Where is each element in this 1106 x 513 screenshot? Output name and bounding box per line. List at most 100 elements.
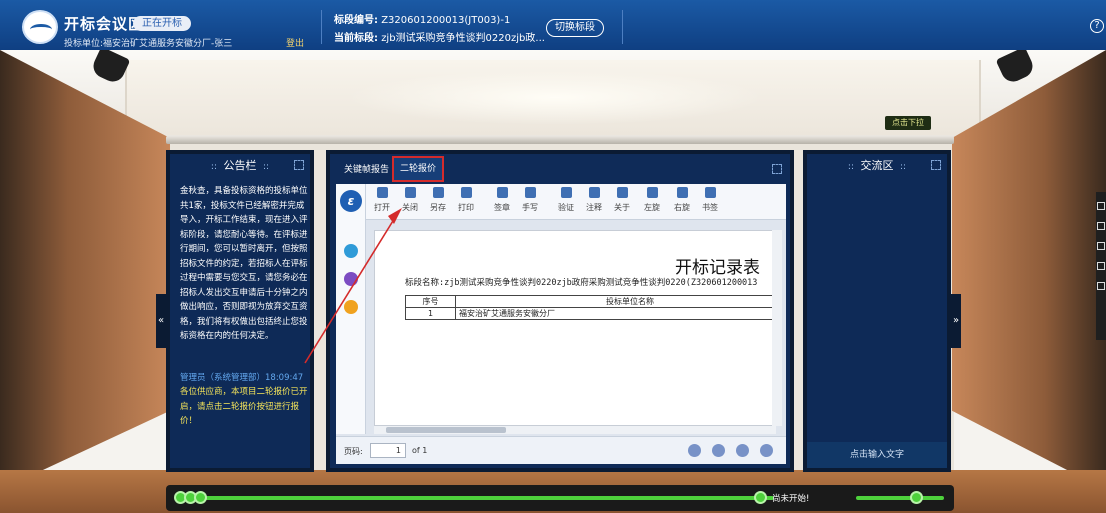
print-icon [460, 187, 472, 198]
progress-track [176, 496, 774, 500]
progress-node [194, 491, 207, 504]
bidder-info: 投标单位:福安治矿艾通服务安徽分厂-张三 [64, 39, 233, 49]
meeting-room: 点击下拉 开标会议区 正在开标 投标单位:福安治矿艾通服务安徽分厂-张三 登出 … [0, 0, 1106, 513]
current-section-label: 当前标段: [334, 33, 378, 44]
divider [321, 10, 322, 44]
section-number: 标段编号: Z320601200013(JT003)-1 [334, 11, 510, 26]
info-icon [616, 187, 628, 198]
section-number-label: 标段编号: [334, 15, 378, 26]
app-title: 开标会议区 [64, 15, 145, 33]
print-label: 打印 [458, 203, 474, 212]
about-label: 关于 [614, 203, 630, 212]
next-page-icon[interactable] [736, 444, 749, 457]
progress-status: 尚未开始! [772, 494, 810, 504]
dots-icon: :: [900, 162, 907, 172]
annotation-arrow-icon [304, 208, 402, 364]
stamp-icon [496, 187, 508, 198]
bookmark-icon [704, 187, 716, 198]
file-icon[interactable] [1097, 242, 1105, 250]
sign-button[interactable]: 签章 [488, 187, 516, 213]
page-total: of 1 [412, 446, 428, 455]
progress-node [754, 491, 767, 504]
shield-icon [560, 187, 572, 198]
section-name: 标段名称:zjb测试采购竞争性谈判0220zjb政府采购测试竞争性谈判0220(… [405, 278, 758, 288]
progress-node [910, 491, 923, 504]
mail-icon[interactable] [1097, 222, 1105, 230]
bid-table: 序号 投标单位名称 1 福安治矿艾通服务安徽分厂 [405, 295, 775, 320]
table-header: 投标单位名称 [455, 295, 775, 308]
page-label: 页码: [344, 447, 363, 456]
right-toolbar [1096, 192, 1106, 340]
scroll-thumb[interactable] [386, 427, 506, 433]
platform-logo-icon [22, 10, 58, 44]
table-row: 1 福安治矿艾通服务安徽分厂 [405, 307, 775, 320]
annotate-button[interactable]: 注释 [580, 187, 608, 213]
tab-second-round-quote[interactable]: 二轮报价 [392, 156, 445, 182]
chat-panel: :: 交流区 :: 点击输入文字 [803, 150, 951, 472]
admin-message-header: 管理员（系统管理部）18:09:47 [180, 373, 304, 383]
annotate-label: 注释 [586, 203, 602, 212]
expand-icon[interactable] [772, 164, 782, 174]
expand-icon[interactable] [931, 160, 941, 170]
page-input[interactable]: 1 [370, 443, 406, 458]
page-bar: 页码: 1 of 1 [336, 436, 786, 464]
handwrite-button[interactable]: 手写 [516, 187, 544, 213]
comment-icon [588, 187, 600, 198]
section-number-value: Z320601200013(JT003)-1 [381, 15, 511, 26]
prev-page-icon[interactable] [712, 444, 725, 457]
save-as-label: 另存 [430, 203, 446, 212]
table-header-row: 序号 投标单位名称 [405, 295, 775, 308]
help-icon[interactable]: ? [1090, 19, 1104, 33]
progress-bar: 尚未开始! [166, 485, 954, 511]
current-section-value: zjb测试采购竞争性谈判0220zjb政... [381, 33, 545, 44]
help-icon[interactable] [1097, 202, 1105, 210]
divider [622, 10, 623, 44]
save-as-button[interactable]: 另存 [424, 187, 452, 213]
expand-icon[interactable] [294, 160, 304, 170]
bulletin-title: 公告栏 [223, 159, 257, 172]
dots-icon: :: [847, 162, 854, 172]
switch-section-button[interactable]: 切换标段 [546, 19, 604, 37]
sign-label: 签章 [494, 203, 510, 212]
chat-input[interactable]: 点击输入文字 [807, 442, 947, 468]
admin-message: 各位供应商，本项目二轮报价已开启，请点击二轮报价按钮进行报价！ [180, 387, 308, 426]
stage-rail [166, 136, 954, 144]
chat-icon[interactable] [1097, 262, 1105, 270]
rotate-right-icon [676, 187, 688, 198]
first-page-icon[interactable] [688, 444, 701, 457]
message-icon[interactable] [1097, 282, 1105, 290]
verify-label: 验证 [558, 203, 574, 212]
dots-icon: :: [263, 162, 270, 172]
rotate-right-button[interactable]: 右旋 [668, 187, 696, 213]
save-icon [432, 187, 444, 198]
logout-link[interactable]: 登出 [286, 36, 304, 49]
tab-key-frame-report[interactable]: 关键帧报告 [338, 161, 395, 179]
rotate-left-button[interactable]: 左旋 [638, 187, 666, 213]
horizontal-scrollbar[interactable] [374, 426, 776, 434]
ceiling-light [345, 70, 765, 125]
bookmark-button[interactable]: 书签 [696, 187, 724, 213]
chat-title: 交流区 [860, 159, 894, 172]
handwrite-icon [524, 187, 536, 198]
collapse-left-icon[interactable]: « [156, 294, 166, 348]
status-badge: 正在开标 [133, 16, 191, 31]
last-page-icon[interactable] [760, 444, 773, 457]
progress-track-secondary [856, 496, 944, 500]
document-title: 开标记录表 [675, 258, 760, 278]
table-cell: 福安治矿艾通服务安徽分厂 [455, 307, 775, 320]
rotate-left-icon [646, 187, 658, 198]
drop-down-button[interactable]: 点击下拉 [885, 116, 931, 130]
rotate-right-label: 右旋 [674, 203, 690, 212]
verify-button[interactable]: 验证 [552, 187, 580, 213]
chat-header: :: 交流区 :: [807, 154, 947, 178]
document-page: 开标记录表 标段名称:zjb测试采购竞争性谈判0220zjb政府采购测试竞争性谈… [374, 230, 776, 426]
bookmark-label: 书签 [702, 203, 718, 212]
collapse-right-icon[interactable]: » [951, 294, 961, 348]
current-section: 当前标段: zjb测试采购竞争性谈判0220zjb政... [334, 29, 545, 44]
dots-icon: :: [210, 162, 217, 172]
about-button[interactable]: 关于 [608, 187, 636, 213]
header-bar: 开标会议区 正在开标 投标单位:福安治矿艾通服务安徽分厂-张三 登出 标段编号:… [0, 0, 1106, 50]
vertical-scrollbar[interactable] [772, 230, 782, 426]
print-button[interactable]: 打印 [452, 187, 480, 213]
viewer-toolbar: 打开 关闭 另存 打印 签章 手写 验证 注释 关于 左旋 右旋 书签 [366, 184, 786, 220]
